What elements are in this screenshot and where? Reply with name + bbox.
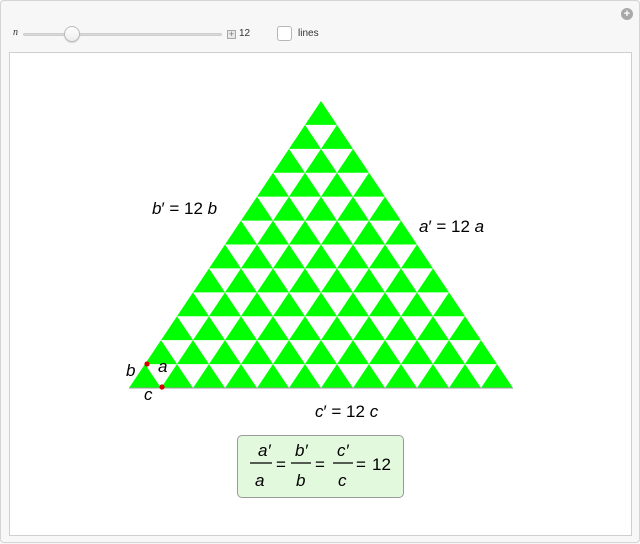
label-small-a: a bbox=[158, 357, 167, 376]
frac-a-den: a bbox=[255, 471, 264, 490]
label-small-c: c bbox=[144, 385, 153, 404]
frac-a-num: a′ bbox=[258, 441, 271, 460]
equals-3: = bbox=[356, 455, 366, 474]
equals-1: = bbox=[276, 455, 286, 474]
ratio-value: 12 bbox=[372, 455, 391, 474]
label-b-prime: b′ = 12 b bbox=[152, 199, 217, 218]
vertex-point-top bbox=[144, 361, 150, 367]
triangle-grid bbox=[129, 101, 513, 388]
vertex-point-right bbox=[159, 384, 165, 390]
frac-c-den: c bbox=[338, 471, 347, 490]
label-c-prime: c′ = 12 c bbox=[315, 402, 379, 421]
ratio-box: a′ a = b′ b = c′ c = 12 bbox=[237, 435, 404, 498]
label-a-prime: a′ = 12 a bbox=[419, 217, 484, 236]
app-window: + n + 12 lines b′ = 12 b a′ = 12 a c′ = … bbox=[0, 0, 640, 543]
label-small-b: b bbox=[126, 361, 135, 380]
ratio-formula: a′ a = b′ b = c′ c = 12 bbox=[250, 441, 391, 490]
frac-b-den: b bbox=[296, 471, 305, 490]
equals-2: = bbox=[315, 455, 325, 474]
frac-b-num: b′ bbox=[295, 441, 308, 460]
frac-c-num: c′ bbox=[337, 441, 350, 460]
